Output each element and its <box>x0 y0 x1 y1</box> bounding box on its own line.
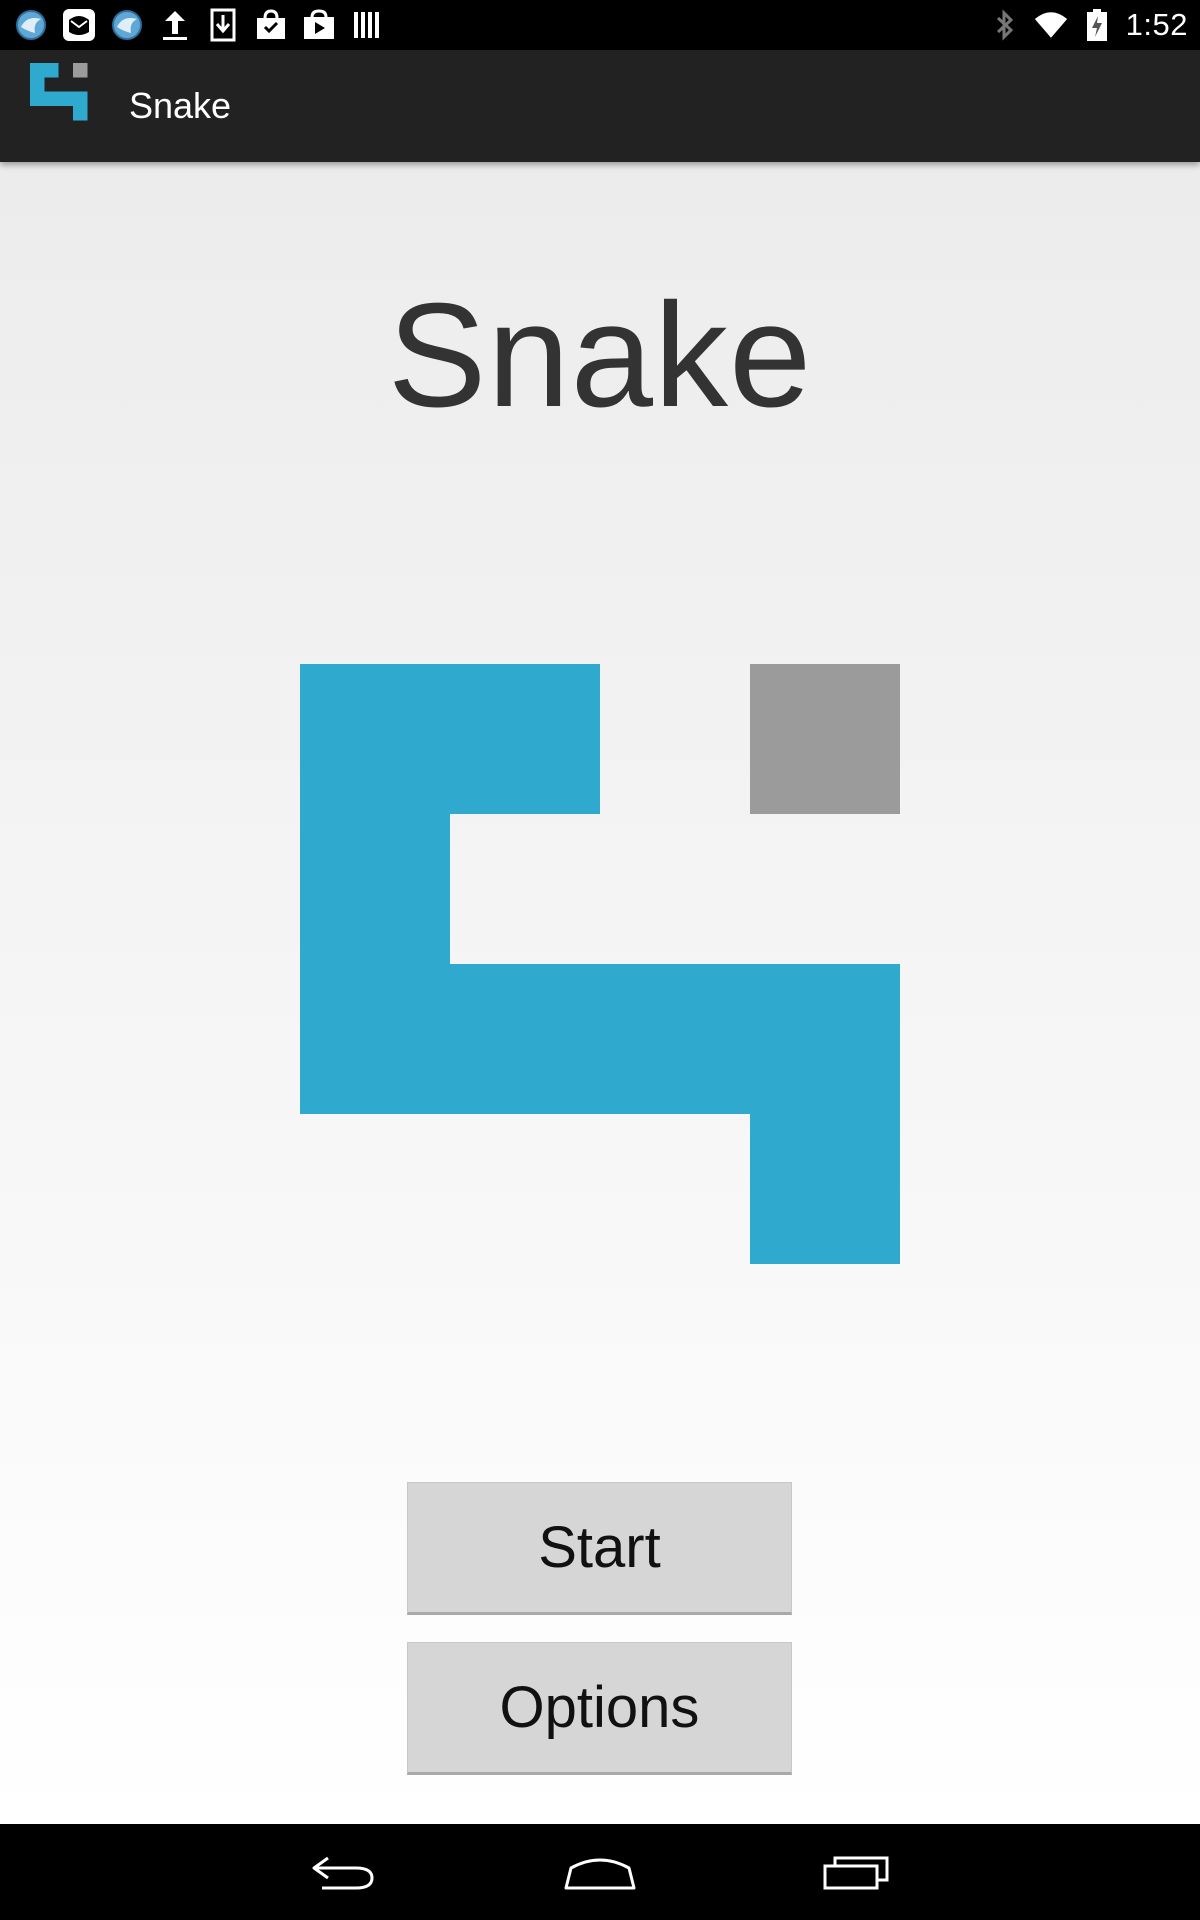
navigation-bar <box>0 1824 1200 1920</box>
page-title: Snake <box>387 273 813 438</box>
recents-icon <box>823 1856 889 1890</box>
back-button[interactable] <box>283 1824 403 1920</box>
home-icon <box>564 1858 636 1890</box>
barcode-icon <box>350 8 384 42</box>
bluetooth-icon <box>988 8 1022 42</box>
play-store-icon <box>302 8 336 42</box>
options-button[interactable]: Options <box>407 1642 792 1775</box>
snake-logo-icon[interactable] <box>30 63 116 149</box>
battery-charging-icon <box>1080 8 1114 42</box>
recents-button[interactable] <box>797 1824 917 1920</box>
status-clock: 1:52 <box>1125 7 1188 42</box>
wifi-icon <box>1034 8 1068 42</box>
upload-icon <box>158 8 192 42</box>
status-bar: 1:52 <box>0 0 1200 50</box>
browser-icon <box>14 8 48 42</box>
system-status-area: 1:52 <box>988 0 1188 50</box>
download-icon <box>206 8 240 42</box>
shopping-bag-icon <box>254 8 288 42</box>
browser-icon <box>110 8 144 42</box>
main-content: Snake Start Options <box>0 162 1200 1824</box>
action-bar-title: Snake <box>129 85 232 126</box>
notification-area <box>14 0 384 50</box>
home-button[interactable] <box>540 1824 660 1920</box>
start-button[interactable]: Start <box>407 1482 792 1615</box>
mail-icon <box>62 8 96 42</box>
action-bar: Snake <box>0 50 1200 162</box>
screen: 1:52 Snake Snake Start Options <box>0 0 1200 1920</box>
snake-logo-icon <box>300 664 900 1264</box>
back-icon <box>312 1856 374 1890</box>
